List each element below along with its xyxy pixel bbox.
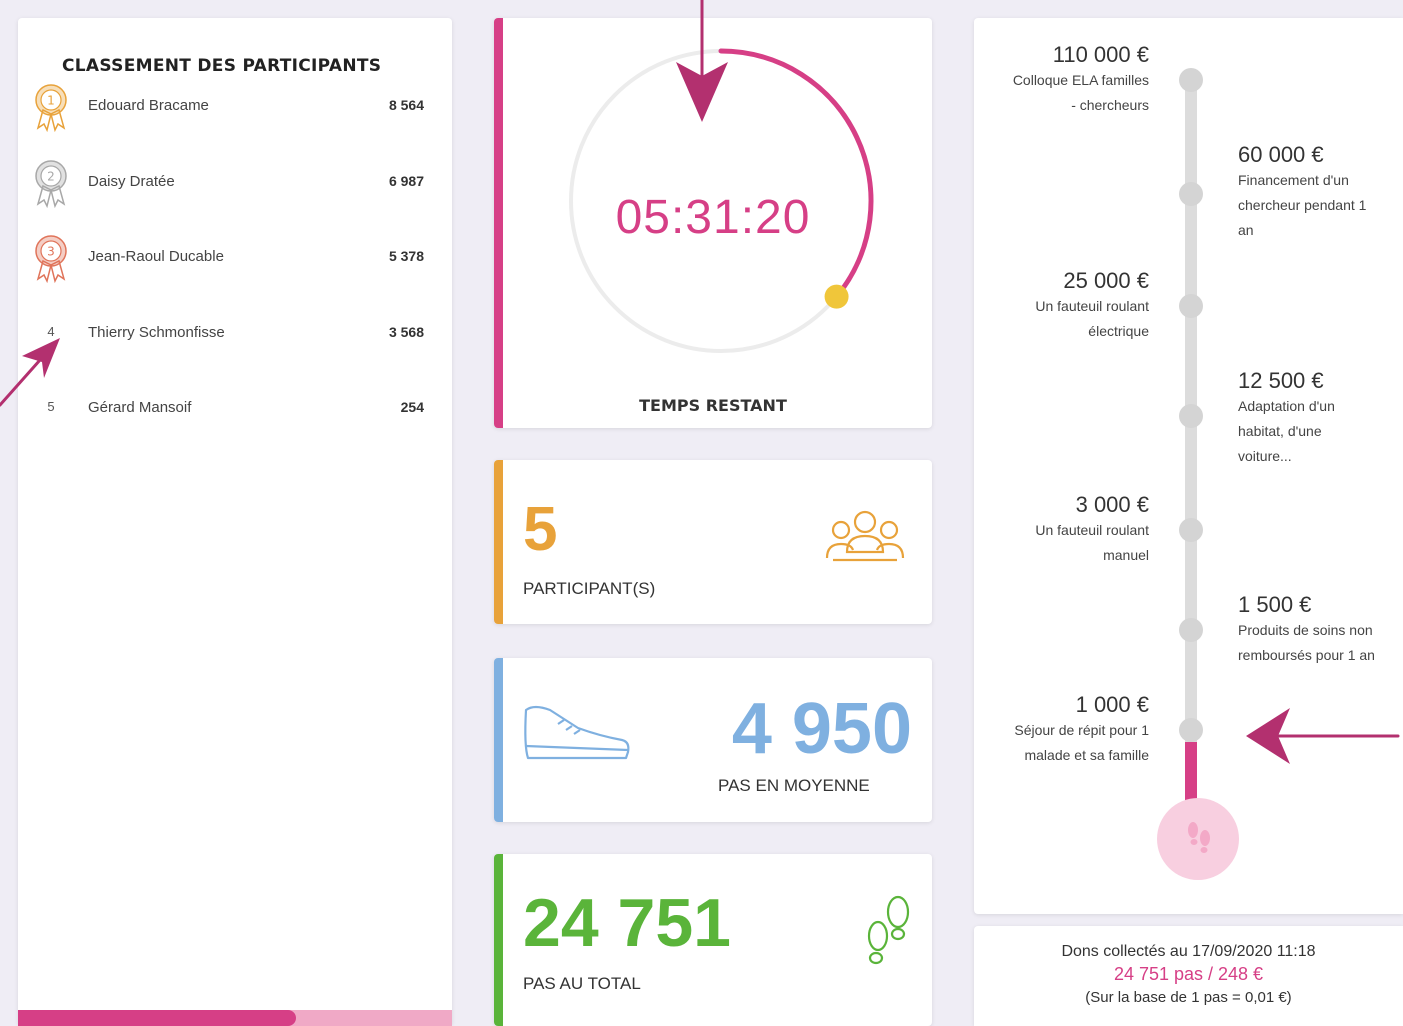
average-steps-card: 4 950 PAS EN MOYENNE: [494, 658, 932, 822]
goal-item: 110 000 € Colloque ELA familles - chercheu…: [1013, 42, 1149, 118]
participant-score: 3 568: [388, 323, 424, 340]
goal-item: 60 000 € Financement d'un chercheur pendan…: [1238, 142, 1366, 243]
average-steps-value: 4 950: [731, 689, 912, 769]
participant-score: 5 378: [388, 248, 424, 264]
goal-marker: [1179, 182, 1203, 206]
gold-medal-icon: 1: [34, 82, 68, 133]
goal-description: malade et sa famille: [1024, 747, 1149, 763]
goal-description: Colloque ELA familles: [1012, 72, 1149, 88]
goal-amount: 1 000 €: [1075, 692, 1149, 717]
total-steps-label: PAS AU TOTAL: [523, 974, 641, 993]
goal-item: 1 000 € Séjour de répit pour 1 malade et s…: [1014, 692, 1149, 768]
goal-description: Séjour de répit pour 1: [1014, 722, 1149, 738]
goal-amount: 25 000 €: [1063, 268, 1149, 293]
goal-description: Produits de soins non: [1238, 622, 1373, 638]
total-steps-stripe: [494, 854, 503, 1026]
donations-amount: 24 751 pas / 248 €: [1113, 964, 1264, 984]
goal-marker: [1179, 294, 1203, 318]
participant-score: 8 564: [388, 97, 424, 113]
goal-description: an: [1238, 222, 1254, 238]
ranking-panel: CLASSEMENT DES PARTICIPANTS 1 Edouard Bra…: [18, 18, 452, 1026]
donations-date: Dons collectés au 17/09/2020 11:18: [1061, 943, 1316, 960]
goals-base-badge: [1157, 798, 1239, 880]
ranking-progress-bar: [18, 1010, 452, 1026]
rank-number: 5: [47, 399, 55, 414]
participant-name: Gérard Mansoif: [88, 399, 192, 416]
total-steps-value: 24 751: [523, 885, 731, 961]
goal-description: Adaptation d'un: [1238, 398, 1335, 414]
svg-text:1: 1: [47, 94, 55, 108]
ranking-title: CLASSEMENT DES PARTICIPANTS: [62, 56, 382, 76]
goal-description: remboursés pour 1 an: [1238, 647, 1375, 663]
bronze-medal-icon: 3: [34, 233, 68, 284]
goal-marker: [1179, 68, 1203, 92]
average-steps-label: PAS EN MOYENNE: [718, 776, 870, 795]
goal-description: Un fauteuil roulant: [1035, 298, 1149, 314]
participants-stripe: [494, 460, 503, 624]
ranking-row: 3 Jean-Raoul Ducable 5 378: [18, 233, 452, 284]
goal-amount: 60 000 €: [1238, 142, 1324, 167]
rank-number: 4: [47, 323, 55, 339]
participant-score: 254: [400, 399, 424, 415]
goal-description: Financement d'un: [1238, 172, 1349, 188]
ranking-row: 2 Daisy Dratée 6 987: [18, 158, 452, 208]
donations-summary: Dons collectés au 17/09/2020 11:18 24 75…: [974, 926, 1403, 1026]
goal-marker: [1179, 718, 1203, 742]
goal-description: chercheur pendant 1: [1238, 197, 1367, 213]
goal-marker: [1179, 518, 1203, 542]
goal-marker: [1179, 618, 1203, 642]
donations-rate: (Sur la base de 1 pas = 0,01 €): [1085, 989, 1292, 1006]
goal-description: manuel: [1103, 547, 1149, 563]
participant-name: Daisy Dratée: [88, 172, 175, 190]
silver-medal-icon: 2: [34, 158, 68, 208]
goal-description: Un fauteuil roulant: [1035, 522, 1149, 538]
goal-amount: 12 500 €: [1238, 368, 1324, 393]
sneaker-icon: [524, 705, 630, 760]
timer-ring-progress: [718, 48, 874, 300]
total-steps-card: 24 751 PAS AU TOTAL: [494, 854, 932, 1026]
participants-count: 5: [523, 495, 558, 564]
goal-description: - chercheurs: [1071, 97, 1149, 113]
goal-marker: [1179, 404, 1203, 428]
footprints-icon: [1188, 822, 1210, 853]
timer-card: 05:31:20 TEMPS RESTANT: [494, 18, 932, 428]
participants-card: 5 PARTICIPANT(S): [494, 460, 932, 624]
participant-name: Jean-Raoul Ducable: [88, 248, 224, 265]
goal-item: 25 000 € Un fauteuil roulant électrique: [1035, 268, 1149, 344]
donation-goals-panel: 110 000 € Colloque ELA familles - chercheu…: [974, 18, 1403, 914]
timer-label: TEMPS RESTANT: [639, 396, 787, 415]
ranking-row: 5 Gérard Mansoif 254: [18, 384, 452, 434]
svg-text:3: 3: [47, 245, 55, 259]
goal-description: habitat, d'une: [1238, 423, 1322, 439]
ranking-progress-fill: [18, 1010, 296, 1026]
participant-name: Thierry Schmonfisse: [88, 323, 225, 341]
goal-item: 1 500 € Produits de soins non remboursés p…: [1238, 592, 1375, 668]
average-steps-stripe: [494, 658, 503, 822]
footprints-icon: [867, 895, 910, 965]
participant-score: 6 987: [388, 172, 424, 189]
goal-amount: 3 000 €: [1075, 492, 1149, 517]
group-icon: [825, 510, 905, 562]
ranking-row: 4 Thierry Schmonfisse 3 568: [18, 309, 452, 359]
participants-label: PARTICIPANT(S): [523, 579, 656, 598]
goal-item: 3 000 € Un fauteuil roulant manuel: [1035, 492, 1149, 568]
goal-description: voiture...: [1238, 448, 1292, 464]
timer-knob: [824, 284, 849, 309]
goal-amount: 110 000 €: [1052, 42, 1149, 67]
svg-text:2: 2: [47, 169, 55, 183]
goal-item: 12 500 € Adaptation d'un habitat, d'une voi…: [1238, 368, 1335, 469]
timer-value: 05:31:20: [615, 191, 811, 244]
goal-amount: 1 500 €: [1238, 592, 1312, 617]
participant-name: Edouard Bracame: [88, 97, 209, 114]
goal-description: électrique: [1088, 323, 1149, 339]
ranking-row: 1 Edouard Bracame 8 564: [18, 82, 452, 133]
